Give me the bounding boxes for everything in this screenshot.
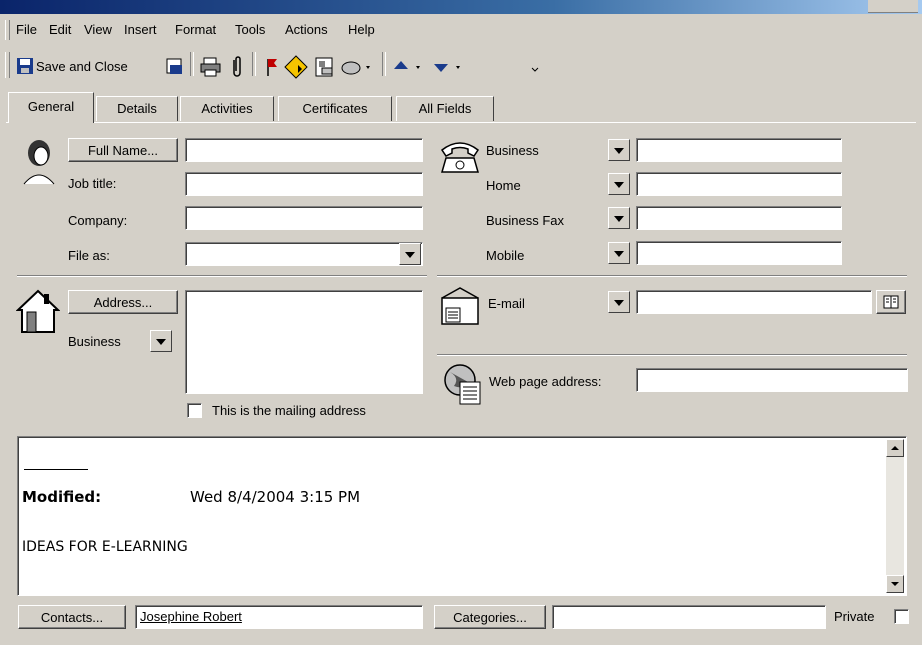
divider — [437, 354, 907, 356]
menu-file[interactable]: File — [16, 22, 37, 37]
file-as-combobox[interactable] — [185, 242, 423, 266]
tab-details[interactable]: Details — [96, 96, 178, 121]
file-as-label: File as: — [68, 248, 110, 263]
categories-field[interactable] — [552, 605, 826, 629]
private-label: Private — [834, 609, 875, 624]
next-item-icon[interactable] — [432, 58, 468, 76]
menu-edit[interactable]: Edit — [49, 22, 71, 37]
phone-mobile-label: Mobile — [486, 248, 525, 263]
tab-label: General — [27, 99, 75, 114]
telephone-icon — [440, 142, 480, 173]
job-title-label: Job title: — [68, 176, 117, 191]
company-label: Company: — [68, 213, 128, 228]
arrow-down-icon — [891, 582, 899, 586]
scroll-down-button[interactable] — [886, 575, 904, 593]
full-name-field[interactable] — [185, 138, 423, 162]
mailing-address-checkbox[interactable] — [187, 403, 202, 418]
toolbar: Save and Close — [0, 44, 922, 84]
toolbar-grip — [5, 52, 10, 78]
menu-format[interactable]: Format — [175, 22, 216, 37]
print-icon[interactable] — [200, 57, 222, 77]
toolbar-options-chevron-icon[interactable] — [530, 64, 540, 74]
floppy-disk-icon — [17, 58, 33, 74]
contacts-field[interactable]: Josephine Robert — [135, 605, 423, 629]
categories-button[interactable]: Categories... — [434, 605, 546, 629]
modified-value: Wed 8/4/2004 3:15 PM — [190, 488, 361, 506]
job-title-field[interactable] — [185, 172, 423, 196]
menu-bar: File Edit View Insert Format Tools Actio… — [0, 16, 922, 42]
menu-actions[interactable]: Actions — [285, 22, 328, 37]
address-type-label: Business — [68, 334, 121, 349]
phone-mobile-dropdown[interactable] — [608, 242, 630, 264]
phone-business-dropdown[interactable] — [608, 139, 630, 161]
web-page-globe-icon — [444, 364, 481, 405]
home-address-icon — [16, 289, 60, 333]
toolbar-separator — [252, 52, 256, 76]
address-button[interactable]: Address... — [68, 290, 178, 314]
window-title-bar — [0, 0, 922, 14]
notes-area[interactable]: Modified: Wed 8/4/2004 3:15 PM IDEAS FOR… — [17, 436, 907, 596]
phone-business-label: Business — [486, 143, 539, 158]
address-textarea[interactable] — [185, 290, 423, 394]
phone-home-label: Home — [486, 178, 521, 193]
phone-home-field[interactable] — [636, 172, 842, 196]
menu-help[interactable]: Help — [348, 22, 375, 37]
notes-scrollbar[interactable] — [886, 439, 904, 593]
tab-label: Details — [117, 101, 157, 116]
phone-business-field[interactable] — [636, 138, 842, 162]
toolbar-separator — [382, 52, 386, 76]
tab-label: Activities — [201, 101, 253, 116]
save-and-close-button[interactable]: Save and Close — [14, 56, 164, 78]
follow-up-flag-icon[interactable] — [264, 56, 280, 78]
address-book-button[interactable] — [876, 290, 906, 314]
contacts-button[interactable]: Contacts... — [18, 605, 126, 629]
phone-business-fax-dropdown[interactable] — [608, 207, 630, 229]
toolbar-separator — [190, 52, 194, 76]
display-map-icon[interactable] — [314, 56, 336, 78]
tab-label: All Fields — [418, 101, 472, 116]
full-name-button[interactable]: Full Name... — [68, 138, 178, 162]
contact-person-icon — [23, 140, 55, 185]
phone-business-fax-label: Business Fax — [486, 213, 565, 228]
paperclip-icon[interactable] — [230, 56, 244, 78]
scroll-up-button[interactable] — [886, 439, 904, 457]
mailing-address-label: This is the mailing address — [212, 403, 366, 418]
map-address-icon[interactable] — [284, 55, 308, 79]
tab-general[interactable]: General — [8, 92, 94, 123]
menu-grip — [5, 20, 10, 40]
email-dropdown[interactable] — [608, 291, 630, 313]
company-field[interactable] — [185, 206, 423, 230]
save-and-close-label: Save and Close — [36, 59, 128, 74]
address-type-dropdown[interactable] — [150, 330, 172, 352]
tab-activities[interactable]: Activities — [180, 96, 274, 121]
save-attachment-icon[interactable] — [165, 57, 185, 77]
divider — [17, 275, 427, 277]
modified-label: Modified: — [22, 488, 102, 506]
notes-body-text: IDEAS FOR E-LEARNING — [22, 539, 188, 555]
menu-tools[interactable]: Tools — [235, 22, 265, 37]
address-book-icon — [883, 295, 899, 309]
arrow-up-icon — [891, 446, 899, 450]
divider — [437, 275, 907, 277]
tab-label: Certificates — [302, 101, 368, 116]
previous-item-icon[interactable] — [392, 58, 428, 76]
new-call-icon[interactable] — [340, 56, 374, 78]
web-page-label: Web page address: — [489, 374, 602, 389]
tab-certificates[interactable]: Certificates — [278, 96, 392, 121]
tab-all-fields[interactable]: All Fields — [396, 96, 494, 121]
email-field[interactable] — [636, 290, 872, 314]
notes-separator-line — [24, 469, 88, 470]
menu-view[interactable]: View — [84, 22, 112, 37]
tab-strip: General Details Activities Certificates … — [0, 84, 922, 124]
file-as-dropdown-arrow[interactable] — [399, 243, 421, 265]
web-page-field[interactable] — [636, 368, 908, 392]
phone-home-dropdown[interactable] — [608, 173, 630, 195]
menu-insert[interactable]: Insert — [124, 22, 157, 37]
window-controls[interactable] — [868, 0, 918, 13]
private-checkbox[interactable] — [894, 609, 909, 624]
phone-business-fax-field[interactable] — [636, 206, 842, 230]
email-label: E-mail — [488, 296, 525, 311]
phone-mobile-field[interactable] — [636, 241, 842, 265]
email-envelope-icon — [441, 287, 479, 325]
